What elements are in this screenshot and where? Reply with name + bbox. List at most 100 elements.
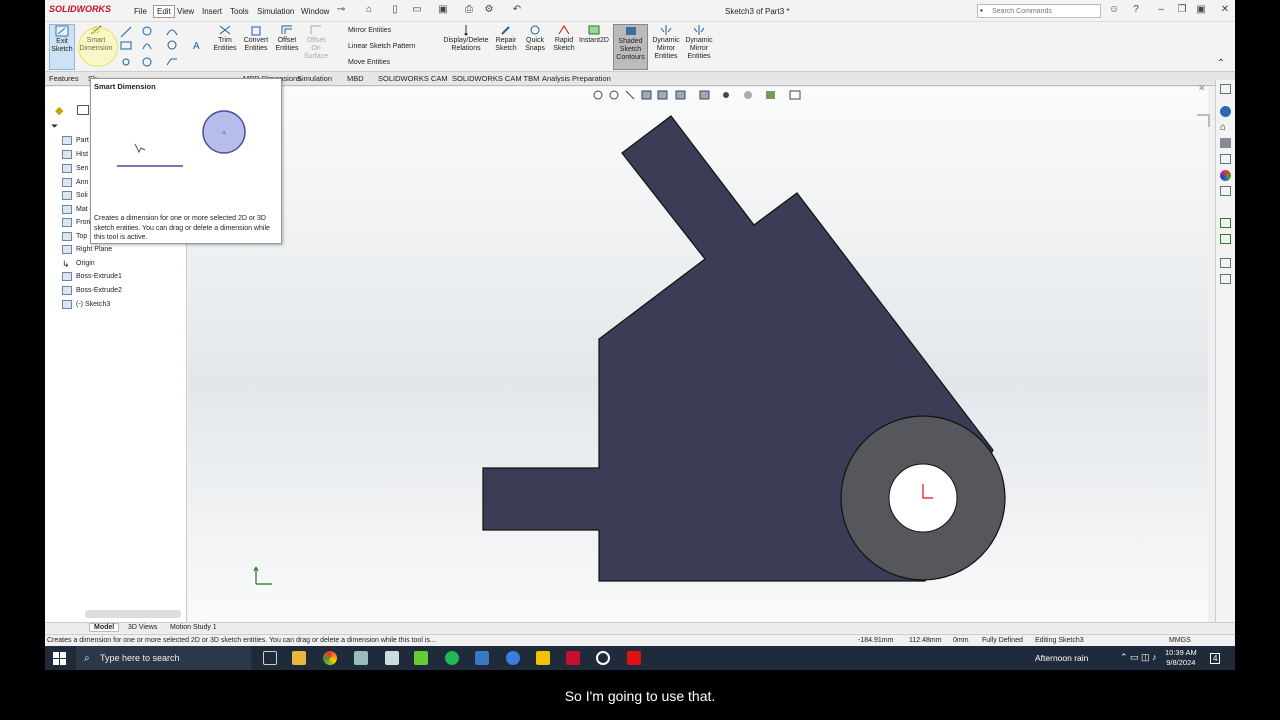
quick-snaps-button[interactable]: Quick Snaps xyxy=(522,24,548,53)
file-explorer-icon[interactable]: ⌂ xyxy=(1220,122,1226,133)
system-tray-icons[interactable]: ⌃ ▭ ◫ ♪ xyxy=(1120,652,1157,663)
task-icon-4[interactable] xyxy=(1220,274,1231,284)
tab-model[interactable]: Model xyxy=(89,623,120,632)
tree-item-origin[interactable]: Origin xyxy=(76,260,95,267)
menu-tools[interactable]: Tools xyxy=(230,7,249,16)
filter-icon[interactable]: ⏷ xyxy=(51,121,58,132)
save-icon[interactable]: ▣ xyxy=(437,4,449,16)
app-icon-green[interactable] xyxy=(414,651,428,665)
help-icon[interactable]: ? xyxy=(1130,4,1142,16)
exit-sketch-button[interactable]: Exit Sketch xyxy=(49,24,75,70)
user-account-icon[interactable]: ☺ xyxy=(1108,4,1120,16)
menu-edit[interactable]: Edit xyxy=(153,5,175,18)
sticky-notes-icon[interactable] xyxy=(536,651,550,665)
tree-item-boss-extrude1[interactable]: Boss-Extrude1 xyxy=(76,273,122,280)
open-folder-icon[interactable]: ▭ xyxy=(411,4,423,16)
menu-simulation[interactable]: Simulation xyxy=(257,7,294,16)
mirror-entities-button[interactable]: Mirror Entities xyxy=(348,27,391,34)
windows-start-icon[interactable] xyxy=(53,652,66,665)
menu-file[interactable]: File xyxy=(134,7,147,16)
tree-item-boss-extrude2[interactable]: Boss-Extrude2 xyxy=(76,287,122,294)
offset-entities-button[interactable]: Offset Entities xyxy=(272,24,302,53)
tree-item-history[interactable]: Hist xyxy=(76,151,88,158)
close-icon[interactable]: ✕ xyxy=(1219,4,1231,16)
menu-view[interactable]: View xyxy=(177,7,194,16)
task-view-icon[interactable] xyxy=(263,651,277,665)
resources-icon[interactable] xyxy=(1220,84,1231,94)
undo-icon[interactable]: ↶ xyxy=(511,4,523,16)
rapid-sketch-button[interactable]: Rapid Sketch xyxy=(551,24,577,53)
tree-item-part[interactable]: Part xyxy=(76,137,89,144)
settings-gear-icon[interactable]: ⚙ xyxy=(483,4,495,16)
offset-on-surface-button[interactable]: Offset On Surface xyxy=(302,24,330,61)
search-commands-box[interactable]: ▪ xyxy=(977,4,1101,18)
calculator-icon[interactable] xyxy=(354,651,368,665)
print-icon[interactable]: ⎙ xyxy=(463,4,475,16)
status-units[interactable]: MMGS xyxy=(1169,637,1191,644)
search-commands-input[interactable] xyxy=(992,5,1092,17)
sketch-canvas[interactable] xyxy=(188,87,1208,622)
notifications-icon[interactable]: 4 xyxy=(1210,653,1221,664)
convert-entities-button[interactable]: Convert Entities xyxy=(241,24,271,53)
spotify-icon[interactable] xyxy=(445,651,459,665)
custom-properties-icon[interactable] xyxy=(1220,186,1231,196)
options-icon[interactable]: ▣ xyxy=(1195,4,1207,16)
media-player-icon[interactable] xyxy=(596,651,610,665)
chrome-icon[interactable] xyxy=(323,651,337,665)
graphics-viewport[interactable]: ✕ xyxy=(188,83,1229,622)
move-entities-button[interactable]: Move Entities xyxy=(348,59,390,66)
appearances-icon[interactable] xyxy=(1220,154,1231,164)
solidworks-taskbar-icon[interactable] xyxy=(566,651,580,665)
task-icon-2[interactable] xyxy=(1220,234,1231,244)
tree-item-material[interactable]: Mat xyxy=(76,206,88,213)
new-document-icon[interactable]: ▯ xyxy=(389,4,401,16)
tree-item-right-plane[interactable]: Right Plane xyxy=(76,246,112,253)
feature-manager-tab-icon[interactable]: ◆ xyxy=(55,104,63,117)
tab-analysis-preparation[interactable]: Analysis Preparation xyxy=(542,74,611,83)
view-palette-icon[interactable] xyxy=(1220,138,1231,148)
tree-item-solid-bodies[interactable]: Soli xyxy=(76,192,88,199)
tab-features[interactable]: Features xyxy=(49,74,79,83)
shaded-sketch-contours-button[interactable]: Shaded Sketch Contours xyxy=(613,24,648,70)
menu-window[interactable]: Window xyxy=(301,7,329,16)
tab-mbd[interactable]: MBD xyxy=(347,74,364,83)
app-icon-blue[interactable] xyxy=(475,651,489,665)
dynamic-mirror-entities-button-2[interactable]: Dynamic Mirror Entities xyxy=(683,24,715,61)
tree-item-sensors[interactable]: Sen xyxy=(76,165,88,172)
pin-icon[interactable]: ⊸ xyxy=(335,4,347,16)
app-logo[interactable]: SOLIDWORKS xyxy=(49,4,111,14)
tab-3d-views[interactable]: 3D Views xyxy=(124,624,161,631)
acrobat-icon[interactable] xyxy=(627,651,641,665)
file-explorer-taskbar-icon[interactable] xyxy=(292,651,306,665)
repair-sketch-button[interactable]: Repair Sketch xyxy=(493,24,519,53)
tab-simulation[interactable]: Simulation xyxy=(297,74,332,83)
display-delete-relations-button[interactable]: Display/Delete Relations xyxy=(441,24,491,53)
instant2d-button[interactable]: Instant2D xyxy=(578,24,610,45)
app-icon[interactable] xyxy=(385,651,399,665)
task-icon-3[interactable] xyxy=(1220,258,1231,268)
task-icon[interactable] xyxy=(1220,218,1231,228)
tree-item-annotations[interactable]: Ann xyxy=(76,179,88,186)
tab-solidworks-cam-tbm[interactable]: SOLIDWORKS CAM TBM xyxy=(452,74,539,83)
collapse-ribbon-icon[interactable]: ⌃ xyxy=(1215,58,1227,70)
home-icon[interactable]: ⌂ xyxy=(363,4,375,16)
tab-solidworks-cam[interactable]: SOLIDWORKS CAM xyxy=(378,74,448,83)
tab-motion-study-1[interactable]: Motion Study 1 xyxy=(166,624,221,631)
minimize-icon[interactable]: – xyxy=(1155,4,1167,16)
trim-entities-button[interactable]: Trim Entities xyxy=(211,24,239,53)
taskbar-clock[interactable]: 10:39 AM 9/8/2024 xyxy=(1165,648,1197,668)
linear-sketch-pattern-button[interactable]: Linear Sketch Pattern xyxy=(348,43,415,50)
design-library-icon[interactable] xyxy=(1220,106,1231,117)
dynamic-mirror-entities-button[interactable]: Dynamic Mirror Entities xyxy=(650,24,682,61)
taskbar-search-box[interactable]: ⌕ Type here to search xyxy=(76,646,251,670)
sketch-tools-icon-grid[interactable]: A xyxy=(117,25,207,69)
tree-item-front-plane[interactable]: Fron xyxy=(76,219,90,226)
color-wheel-icon[interactable] xyxy=(1220,170,1231,181)
tree-item-top-plane[interactable]: Top xyxy=(76,233,87,240)
tree-horizontal-scrollbar[interactable] xyxy=(85,610,181,618)
restore-icon[interactable]: ❐ xyxy=(1176,4,1188,16)
menu-insert[interactable]: Insert xyxy=(202,7,222,16)
weather-label[interactable]: Afternoon rain xyxy=(1035,653,1088,663)
app-icon-blue-2[interactable] xyxy=(506,651,520,665)
property-manager-tab-icon[interactable] xyxy=(77,105,89,115)
